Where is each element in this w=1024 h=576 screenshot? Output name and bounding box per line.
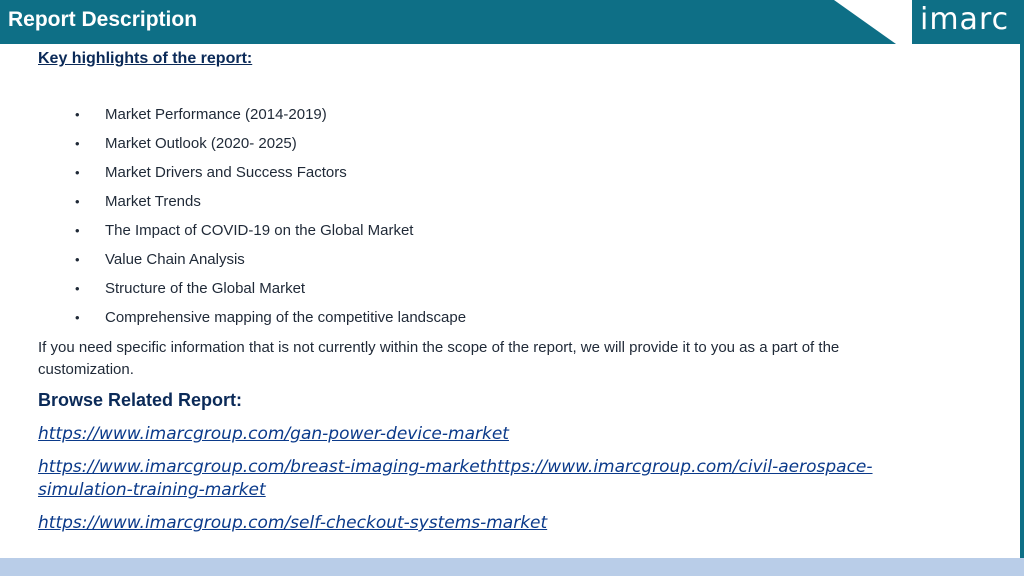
header-wedge-graphic [834, 0, 912, 44]
list-item-label: Comprehensive mapping of the competitive… [105, 309, 467, 326]
bullet-icon: • [75, 165, 80, 180]
bullet-icon: • [75, 223, 80, 238]
list-item-label: Market Trends [105, 193, 201, 210]
list-item-label: Market Outlook (2020- 2025) [105, 135, 297, 152]
related-report-link[interactable]: https://www.imarcgroup.com/breast-imagin… [38, 456, 958, 502]
list-item-label: Structure of the Global Market [105, 280, 306, 297]
bullet-icon: • [75, 136, 80, 151]
customization-note: If you need specific information that is… [38, 339, 840, 378]
related-report-link[interactable]: https://www.imarcgroup.com/gan-power-dev… [38, 423, 958, 446]
highlights-list: • Market Performance (2014-2019) • Market … [38, 104, 466, 336]
related-reports-heading: Browse Related Report: [38, 390, 243, 410]
footer-band [0, 558, 1024, 576]
bullet-icon: • [75, 252, 80, 267]
related-links: https://www.imarcgroup.com/gan-power-dev… [38, 423, 958, 545]
list-item: • Market Trends [38, 191, 466, 220]
imarc-logo: imarc [920, 2, 1010, 37]
list-item: • Comprehensive mapping of the competitiv… [38, 307, 466, 336]
list-item: • Market Performance (2014-2019) [38, 104, 466, 133]
list-item: • Structure of the Global Market [38, 278, 466, 307]
key-highlights-heading: Key highlights of the report: [38, 50, 253, 67]
list-item-label: Market Drivers and Success Factors [105, 164, 347, 181]
list-item-label: Market Performance (2014-2019) [105, 106, 327, 123]
report-content: Key highlights of the report: [38, 48, 998, 70]
related-report-link[interactable]: https://www.imarcgroup.com/self-checkout… [38, 512, 958, 535]
list-item: • Market Drivers and Success Factors [38, 162, 466, 191]
list-item: • Market Outlook (2020- 2025) [38, 133, 466, 162]
list-item: • The Impact of COVID-19 on the Global Ma… [38, 220, 466, 249]
right-border-rule [1020, 44, 1024, 560]
bullet-icon: • [75, 310, 80, 325]
page-title: Report Description [8, 8, 198, 31]
list-item-label: The Impact of COVID-19 on the Global Mar… [105, 222, 414, 239]
bullet-icon: • [75, 194, 80, 209]
bullet-icon: • [75, 107, 80, 122]
list-item: • Value Chain Analysis [38, 249, 466, 278]
list-item-label: Value Chain Analysis [105, 251, 245, 268]
bullet-icon: • [75, 281, 80, 296]
